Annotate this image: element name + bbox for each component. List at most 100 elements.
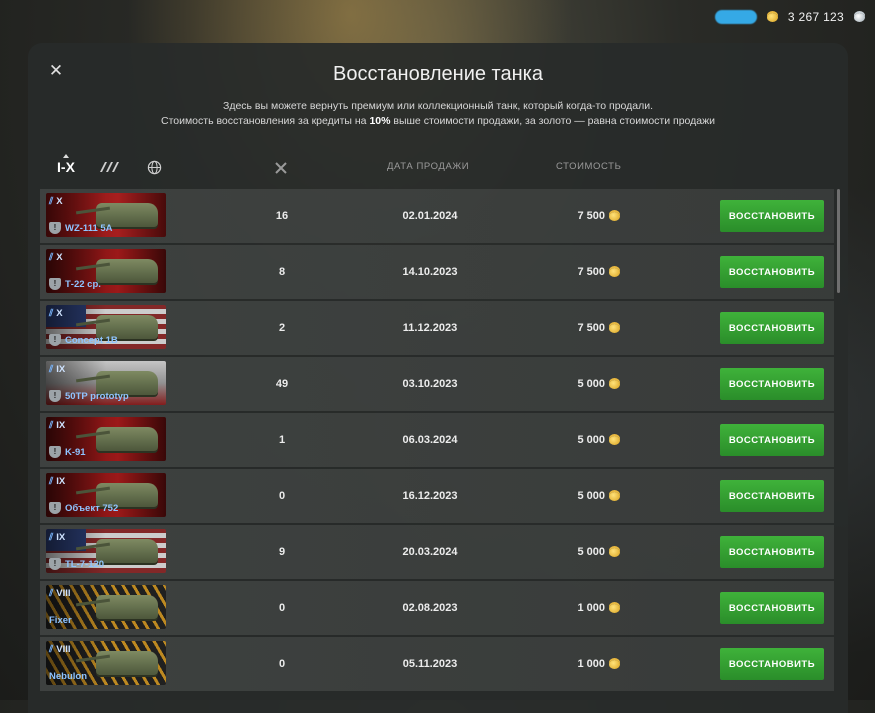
gold-icon	[609, 547, 620, 557]
shield-icon: !	[49, 502, 61, 514]
battles-count: 2	[278, 322, 286, 334]
restore-button[interactable]: ВОССТАНОВИТЬ	[720, 312, 824, 344]
tank-name: ! 50TP prototyp	[49, 390, 129, 402]
tank-tier: ⫽ IX	[49, 476, 66, 487]
restore-button[interactable]: ВОССТАНОВИТЬ	[720, 592, 824, 624]
battles-count: 1	[278, 434, 286, 446]
table-row: ⫽ X ! Т-22 ср. 8 14.10.2023 7 500 ВОССТАНО…	[40, 245, 834, 299]
gold-icon	[609, 435, 620, 445]
restore-button[interactable]: ВОССТАНОВИТЬ	[720, 368, 824, 400]
restore-button[interactable]: ВОССТАНОВИТЬ	[720, 648, 824, 680]
tank-card: ⫽ IX ! 50TP prototyp	[46, 361, 166, 405]
tank-card: ⫽ X ! WZ-111 5A	[46, 193, 166, 237]
tank-image	[96, 595, 158, 619]
tank-tier: ⫽ X	[49, 308, 63, 319]
tank-name: ! TL-7-120	[49, 558, 104, 570]
credits-icon	[854, 12, 865, 22]
table-row: ⫽ IX ! 50TP prototyp 49 03.10.2023 5 000 В…	[40, 357, 834, 411]
table-row: ⫽ VIII Fixer 0 02.08.2023 1 000 ВОССТАНОВ…	[40, 581, 834, 635]
globe-icon[interactable]	[142, 157, 166, 177]
tank-list: ⫽ X ! WZ-111 5A 16 02.01.2024 7 500 ВОССТА…	[40, 189, 834, 693]
restore-cost: 5 000	[558, 546, 620, 558]
table-row: ⫽ IX ! TL-7-120 9 20.03.2024 5 000 ВОССТАН…	[40, 525, 834, 579]
column-cost[interactable]: СТОИМОСТЬ	[556, 161, 621, 172]
battles-count: 0	[278, 658, 286, 670]
tank-image	[96, 259, 158, 283]
subtitle-line-2: Стоимость восстановления за кредиты на 1…	[28, 114, 848, 129]
gold-icon	[609, 267, 620, 277]
tank-tier: ⫽ IX	[49, 532, 66, 543]
tank-tier: ⫽ IX	[49, 420, 66, 431]
shield-icon: !	[49, 334, 61, 346]
battles-count: 0	[278, 602, 286, 614]
tank-name: ! Т-22 ср.	[49, 278, 101, 290]
tank-card: ⫽ IX ! Объект 752	[46, 473, 166, 517]
battles-count: 49	[275, 378, 289, 390]
tank-name: Fixer	[49, 615, 72, 626]
table-row: ⫽ VIII Nebulon 0 05.11.2023 1 000 ВОССТАН…	[40, 637, 834, 691]
shield-icon: !	[49, 390, 61, 402]
restore-cost: 5 000	[558, 490, 620, 502]
scrollbar[interactable]	[837, 189, 840, 293]
battles-column-icon[interactable]	[274, 161, 288, 178]
tank-card: ⫽ X ! Т-22 ср.	[46, 249, 166, 293]
sale-date: 02.01.2024	[402, 210, 458, 222]
battles-count: 16	[275, 210, 289, 222]
gold-amount-redacted	[714, 10, 757, 24]
sale-date: 05.11.2023	[402, 658, 458, 670]
tank-image	[96, 427, 158, 451]
restore-cost: 5 000	[558, 378, 620, 390]
table-row: ⫽ IX ! Объект 752 0 16.12.2023 5 000 ВОССТ…	[40, 469, 834, 523]
restore-cost: 5 000	[558, 434, 620, 446]
sale-date: 20.03.2024	[402, 546, 458, 558]
tank-card: ⫽ VIII Fixer	[46, 585, 166, 629]
gold-icon	[609, 659, 620, 669]
shield-icon: !	[49, 446, 61, 458]
restore-button[interactable]: ВОССТАНОВИТЬ	[720, 256, 824, 288]
gold-icon	[609, 323, 620, 333]
sale-date: 11.12.2023	[402, 322, 458, 334]
tank-name: ! WZ-111 5A	[49, 222, 113, 234]
tank-tier: ⫽ VIII	[49, 644, 71, 655]
column-date[interactable]: ДАТА ПРОДАЖИ	[387, 161, 469, 172]
subtitle-line-1: Здесь вы можете вернуть премиум или колл…	[222, 100, 654, 112]
tank-name: ! Объект 752	[49, 502, 118, 514]
tank-tier: ⫽ X	[49, 196, 63, 207]
subtitle-percent: 10%	[369, 115, 391, 127]
dialog-subtitle: Здесь вы можете вернуть премиум или колл…	[28, 99, 848, 129]
tank-tier: ⫽ X	[49, 252, 63, 263]
restore-button[interactable]: ВОССТАНОВИТЬ	[720, 536, 824, 568]
gold-icon	[766, 12, 778, 22]
restore-button[interactable]: ВОССТАНОВИТЬ	[720, 424, 824, 456]
sale-date: 06.03.2024	[402, 434, 458, 446]
restore-cost: 7 500	[558, 266, 620, 278]
restore-dialog: ✕ Восстановление танка Здесь вы можете в…	[28, 43, 848, 713]
filter-type-icon[interactable]	[98, 157, 122, 177]
tank-tier: ⫽ VIII	[49, 588, 71, 599]
restore-button[interactable]: ВОССТАНОВИТЬ	[720, 480, 824, 512]
sale-date: 14.10.2023	[402, 266, 458, 278]
gold-icon	[609, 491, 620, 501]
sale-date: 02.08.2023	[402, 602, 458, 614]
filter-tiers[interactable]: I-X	[54, 154, 78, 177]
subtitle-text-c: выше стоимости продажи, за золото — равн…	[390, 115, 716, 127]
top-bar: 3 267 123	[714, 6, 865, 28]
tank-card: ⫽ IX ! TL-7-120	[46, 529, 166, 573]
restore-button[interactable]: ВОССТАНОВИТЬ	[720, 200, 824, 232]
tank-name: ! Concept 1B	[49, 334, 118, 346]
tank-card: ⫽ VIII Nebulon	[46, 641, 166, 685]
battles-count: 8	[278, 266, 286, 278]
sale-date: 03.10.2023	[402, 378, 458, 390]
battles-count: 9	[278, 546, 286, 558]
subtitle-text-a: Стоимость восстановления за кредиты на	[160, 115, 370, 127]
sale-date: 16.12.2023	[402, 490, 458, 502]
gold-icon	[609, 603, 620, 613]
tank-card: ⫽ IX ! K-91	[46, 417, 166, 461]
table-row: ⫽ X ! Concept 1B 2 11.12.2023 7 500 ВОССТА…	[40, 301, 834, 355]
shield-icon: !	[49, 222, 61, 234]
restore-cost: 7 500	[558, 322, 620, 334]
tank-image	[96, 651, 158, 675]
dialog-title: Восстановление танка	[333, 63, 543, 85]
gold-icon	[609, 379, 620, 389]
table-row: ⫽ IX ! K-91 1 06.03.2024 5 000 ВОССТАНОВИТ…	[40, 413, 834, 467]
